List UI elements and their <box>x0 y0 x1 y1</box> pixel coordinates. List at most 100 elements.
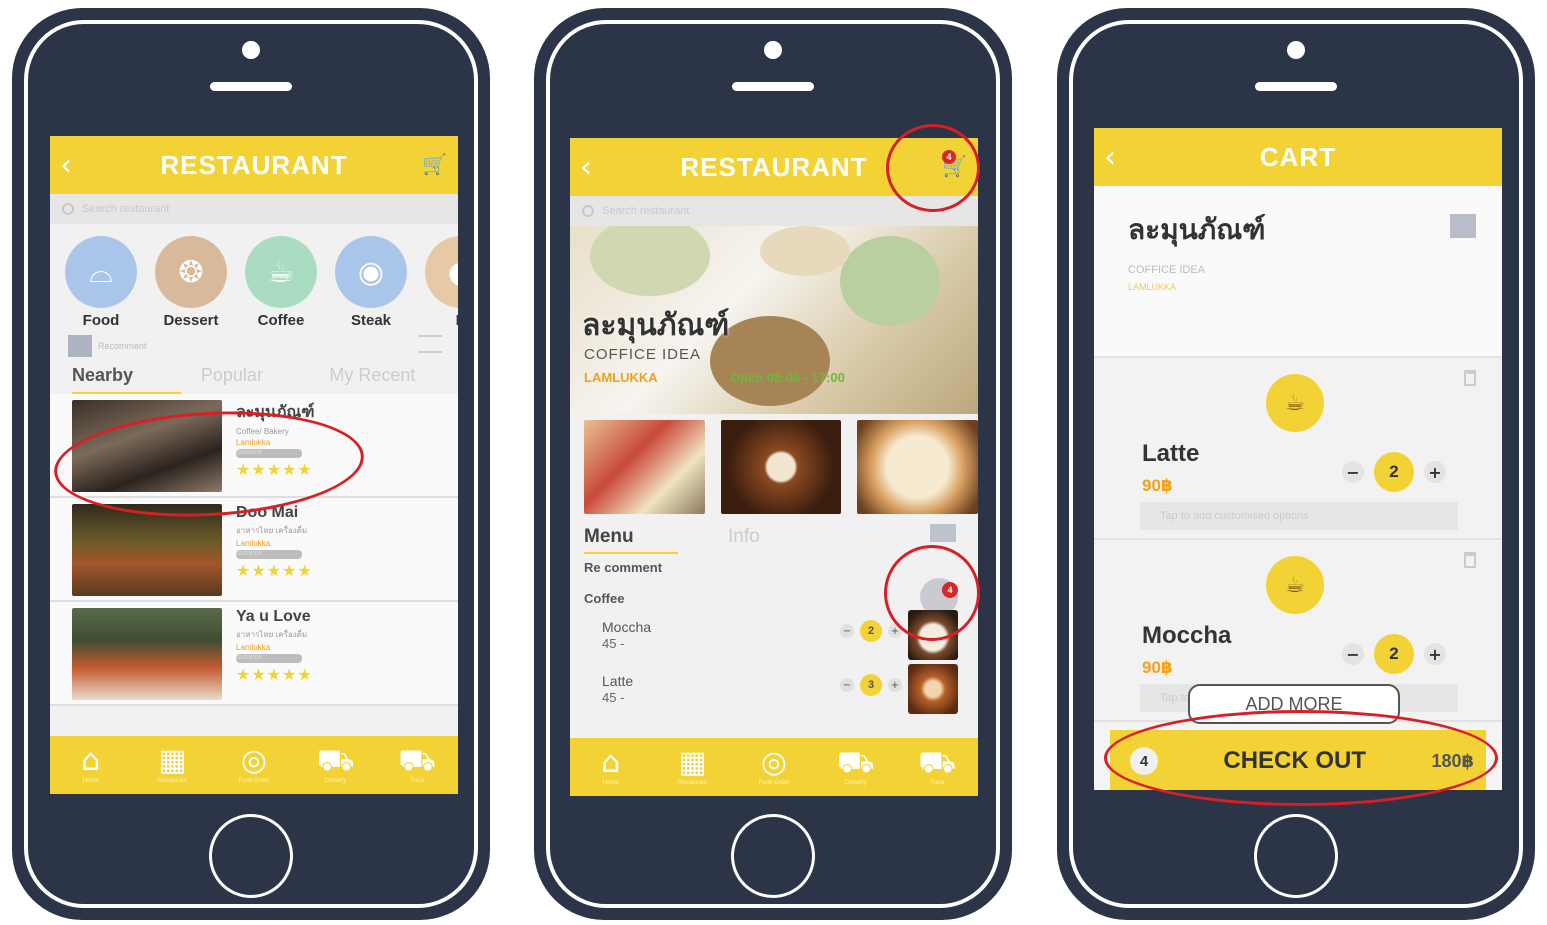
increase-button[interactable]: + <box>888 678 902 692</box>
nav-label: Food Order <box>238 778 270 784</box>
category-icon: ◐ <box>425 236 458 308</box>
thumbnail-photo[interactable] <box>720 420 842 514</box>
menu-item-name: Moccha <box>602 619 652 636</box>
top-bar: ‹ RESTAURANT 🛒 <box>50 136 458 194</box>
category-coffee[interactable]: ☕ Coffee <box>244 236 318 329</box>
nav-label: Delivery <box>324 778 347 784</box>
tab-my-recent[interactable]: My Recent <box>329 365 458 394</box>
opening-hours: Open 08:00 - 17:00 <box>730 370 845 385</box>
grid-view-icon[interactable] <box>930 524 956 542</box>
add-more-button[interactable]: ADD MORE <box>1188 684 1400 724</box>
home-button[interactable] <box>209 814 293 898</box>
back-arrow-icon[interactable]: ‹ <box>60 148 72 183</box>
category-label: B <box>424 312 458 329</box>
tab-nearby[interactable]: Nearby <box>72 365 181 394</box>
increase-button[interactable]: + <box>1424 643 1446 665</box>
nav-track[interactable]: ⛟ Track <box>907 745 967 787</box>
tab-popular[interactable]: Popular <box>201 365 330 394</box>
cart-icon[interactable]: 🛒 <box>422 152 447 176</box>
category-label: Coffee <box>257 312 305 329</box>
list-tabs: Nearby Popular My Recent <box>50 357 458 394</box>
plate-cutlery-icon: ◎ <box>760 745 788 780</box>
screen-cart: ‹ CART ละมุนภัณฑ์ COFFICE IDEA LAMLUKKA … <box>1094 128 1502 790</box>
hero-bread-photo <box>760 226 850 276</box>
nav-label: Delivery <box>844 780 867 786</box>
nav-restaurant[interactable]: ▦ Restaurant <box>142 746 202 785</box>
storefront-icon: ▦ <box>678 745 707 780</box>
category-row: ⌓ Food ❂ Dessert ☕ Coffee ◉ Steak ◐ B <box>50 224 458 329</box>
trash-icon[interactable] <box>1464 552 1476 568</box>
note-icon[interactable] <box>1450 214 1476 238</box>
front-camera <box>242 41 260 59</box>
decrease-button[interactable]: − <box>840 624 854 638</box>
restaurant-location: Lamlukka <box>236 539 271 548</box>
nav-restaurant[interactable]: ▦ Restaurant <box>662 745 722 787</box>
truck-icon: ⛟ <box>918 745 957 780</box>
quantity-stepper: − 3 + <box>840 674 902 696</box>
back-arrow-icon[interactable]: ‹ <box>580 150 592 185</box>
quantity-stepper: − 2 + <box>1342 452 1446 492</box>
plate-cutlery-icon: ◎ <box>240 743 268 778</box>
nav-food-order[interactable]: ◎ Food Order <box>224 743 284 785</box>
quantity-value: 3 <box>860 674 882 696</box>
nav-label: Restaurant <box>157 778 188 784</box>
search-input[interactable]: Search restaurant <box>570 196 978 226</box>
nav-food-order[interactable]: ◎ Food Order <box>744 745 804 787</box>
restaurant-row[interactable]: ละมุนภัณฑ์ Coffee/ Bakery Lamlukka dista… <box>50 394 458 498</box>
category-food[interactable]: ⌓ Food <box>64 236 138 329</box>
cart-item-price: 90฿ <box>1142 658 1173 677</box>
coffee-cup-icon: ☕ <box>245 236 317 308</box>
increase-button[interactable]: + <box>1424 461 1446 483</box>
category-more[interactable]: ◐ B <box>424 236 458 329</box>
filter-icon[interactable] <box>418 335 442 353</box>
tab-menu[interactable]: Menu <box>584 526 678 554</box>
nav-home[interactable]: ⌂ Home <box>61 746 121 785</box>
tab-info[interactable]: Info <box>728 526 760 554</box>
nav-home[interactable]: ⌂ Home <box>581 748 641 787</box>
decrease-button[interactable]: − <box>1342 643 1364 665</box>
category-steak[interactable]: ◉ Steak <box>334 236 408 329</box>
menu-item[interactable]: Moccha 45 - − 2 + <box>570 606 978 660</box>
menu-item[interactable]: Latte 45 - − 3 + <box>570 660 978 714</box>
quantity-stepper: − 2 + <box>840 620 902 642</box>
search-input[interactable]: Search restaurant <box>50 194 458 224</box>
trash-icon[interactable] <box>1464 370 1476 386</box>
category-label: Dessert <box>163 312 219 329</box>
restaurant-row[interactable]: Doo Mai อาหารไทย เครื่องดื่ม Lamlukka di… <box>50 498 458 602</box>
restaurant-row[interactable]: Ya u Love อาหารไทย เครื่องดื่ม Lamlukka … <box>50 602 458 706</box>
front-camera <box>1287 41 1305 59</box>
thumbnail-photo[interactable] <box>857 420 978 514</box>
restaurant-location: Lamlukka <box>236 643 271 652</box>
decrease-button[interactable]: − <box>1342 461 1364 483</box>
home-button[interactable] <box>731 814 815 898</box>
shop-name: ละมุนภัณฑ์ <box>1128 214 1266 245</box>
steak-icon: ◉ <box>335 236 407 308</box>
category-label: Food <box>82 312 120 329</box>
restaurant-name: ละมุนภัณฑ์ <box>582 309 730 342</box>
decrease-button[interactable]: − <box>840 678 854 692</box>
section-coffee: Coffee <box>584 591 625 606</box>
category-label: Steak <box>350 312 392 329</box>
increase-button[interactable]: + <box>888 624 902 638</box>
thumbnail-photo[interactable] <box>584 420 705 514</box>
checkout-button[interactable]: 4 CHECK OUT 180฿ <box>1110 730 1486 790</box>
coffee-cup-icon: ☕ <box>1266 556 1324 614</box>
distance-badge: distance <box>236 449 302 458</box>
quantity-stepper: − 2 + <box>1342 634 1446 674</box>
back-arrow-icon[interactable]: ‹ <box>1104 140 1116 175</box>
quantity-value: 2 <box>1374 452 1414 492</box>
nav-track[interactable]: ⛟ Track <box>387 746 447 785</box>
options-field[interactable]: Tap to add customised options <box>1140 502 1458 530</box>
category-dessert[interactable]: ❂ Dessert <box>154 236 228 329</box>
menu-item-price: 45 - <box>602 689 625 705</box>
cart-item: ☕ Latte 90฿ − 2 + Tap to add customised … <box>1094 358 1502 540</box>
restaurant-subtitle: COFFICE IDEA <box>584 346 702 363</box>
home-button[interactable] <box>1254 814 1338 898</box>
phone-frame-cart: ‹ CART ละมุนภัณฑ์ COFFICE IDEA LAMLUKKA … <box>1057 8 1535 920</box>
restaurant-name: Ya u Love <box>236 608 311 625</box>
nav-delivery[interactable]: ⛟ Delivery <box>306 743 366 785</box>
menu-tabs: Menu Info <box>570 518 978 554</box>
nav-delivery[interactable]: ⛟ Delivery <box>826 748 886 787</box>
scooter-icon: ⛟ <box>316 743 355 778</box>
menu-item-name: Latte <box>602 673 634 690</box>
